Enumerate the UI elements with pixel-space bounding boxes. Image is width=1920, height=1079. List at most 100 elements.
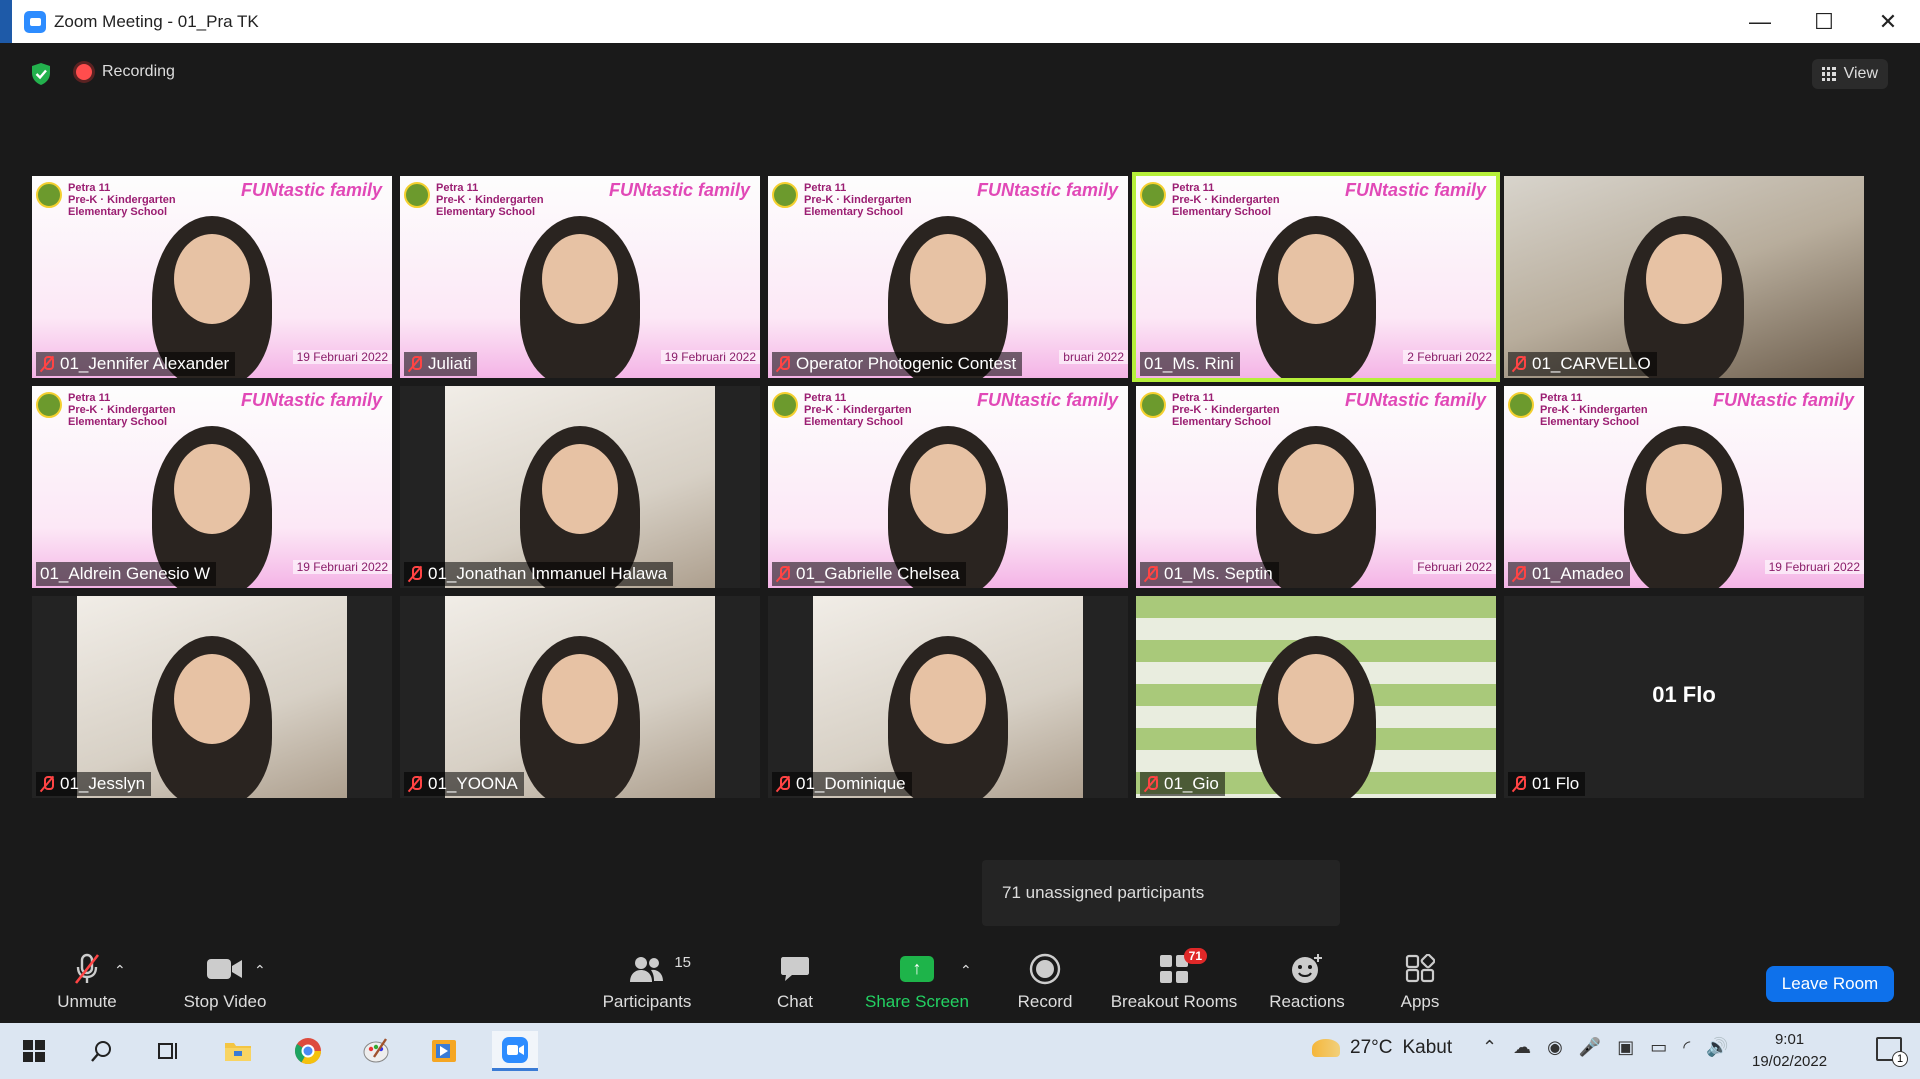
webcam-icon[interactable]: ◉ <box>1547 1037 1563 1058</box>
video-tile[interactable]: 01_Gio <box>1136 596 1496 798</box>
person-face <box>542 654 618 744</box>
video-tile[interactable]: 01_YOONA <box>400 596 760 798</box>
apps-button[interactable]: Apps <box>1380 940 1460 1023</box>
muted-mic-icon <box>1512 356 1526 372</box>
video-tile[interactable]: 01_Dominique <box>768 596 1128 798</box>
close-button[interactable]: ✕ <box>1856 0 1920 43</box>
paint-icon[interactable] <box>356 1031 396 1071</box>
chrome-icon[interactable] <box>288 1031 328 1071</box>
system-clock[interactable]: 9:01 19/02/2022 <box>1752 1029 1827 1073</box>
meeting-toolbar: Unmute ⌃ Stop Video ⌃ 15 Participants Ch… <box>12 940 1908 1023</box>
participant-video <box>445 386 715 588</box>
event-date: 19 Februari 2022 <box>1764 560 1864 574</box>
share-screen-arrow-icon: ↑ <box>900 955 934 982</box>
muted-mic-icon <box>776 356 790 372</box>
audio-options-caret[interactable]: ⌃ <box>114 962 126 979</box>
recording-label: Recording <box>102 63 175 80</box>
video-tile[interactable]: Petra 11 Pre-K · Kindergarten Elementary S… <box>1136 386 1496 588</box>
muted-mic-icon <box>1144 566 1158 582</box>
event-date: 19 Februari 2022 <box>660 350 760 364</box>
unmute-button[interactable]: Unmute <box>32 940 142 1023</box>
video-tile[interactable]: Petra 11 Pre-K · Kindergarten Elementary S… <box>1504 386 1864 588</box>
weather-widget[interactable]: 27°C Kabut <box>1312 1037 1452 1059</box>
participant-name-label: 01_Aldrein Genesio W <box>36 562 217 586</box>
clock-date: 19/02/2022 <box>1752 1053 1828 1070</box>
breakout-rooms-button[interactable]: 71 Breakout Rooms <box>1104 940 1244 1023</box>
wifi-icon[interactable]: ◜ <box>1683 1037 1690 1058</box>
onedrive-icon[interactable]: ☁ <box>1513 1037 1531 1058</box>
video-camera-icon <box>207 958 242 979</box>
notification-center-icon[interactable]: 1 <box>1876 1037 1908 1067</box>
video-tile[interactable]: 01_Jonathan Immanuel Halawa <box>400 386 760 588</box>
participant-name: 01_Ms. Rini <box>1144 354 1234 373</box>
search-icon[interactable] <box>82 1031 122 1071</box>
leave-room-button[interactable]: Leave Room <box>1766 966 1894 1002</box>
meeting-topbar: Recording View <box>12 43 1908 99</box>
person-face <box>1646 444 1722 534</box>
recording-indicator[interactable]: Recording <box>76 63 175 81</box>
task-view-icon[interactable] <box>148 1031 188 1071</box>
share-screen-button[interactable]: ↑ Share Screen <box>854 940 980 1023</box>
security-shield-icon[interactable] <box>30 62 52 86</box>
family-logo: FUNtastic family <box>1344 180 1486 200</box>
chat-bubble-icon <box>781 956 809 981</box>
school-name: Petra 11 Pre-K · Kindergarten Elementary S… <box>1172 392 1280 428</box>
microphone-tray-icon[interactable]: 🎤 <box>1579 1037 1601 1058</box>
participant-name-label: 01_Dominique <box>772 772 912 796</box>
minimize-button[interactable]: — <box>1728 0 1792 43</box>
video-tile[interactable]: Petra 11 Pre-K · Kindergarten Elementary S… <box>768 176 1128 378</box>
video-tile[interactable]: Petra 11 Pre-K · Kindergarten Elementary S… <box>400 176 760 378</box>
weather-condition: Kabut <box>1402 1037 1453 1058</box>
battery-icon[interactable]: ▭ <box>1650 1037 1667 1058</box>
event-date: 19 Februari 2022 <box>292 560 392 574</box>
record-button[interactable]: Record <box>1000 940 1090 1023</box>
share-options-caret[interactable]: ⌃ <box>960 962 972 979</box>
temperature: 27°C <box>1350 1037 1393 1058</box>
person-face <box>1278 234 1354 324</box>
school-name: Petra 11 Pre-K · Kindergarten Elementary S… <box>68 182 176 218</box>
video-tile[interactable]: 01_CARVELLO <box>1504 176 1864 378</box>
participant-name-placeholder: 01 Flo <box>1652 682 1716 707</box>
display-icon[interactable]: ▣ <box>1617 1037 1634 1058</box>
recording-dot-icon <box>76 64 92 80</box>
view-label: View <box>1843 65 1878 82</box>
participants-button[interactable]: 15 Participants <box>582 940 712 1023</box>
participant-video: Petra 11 Pre-K · Kindergarten Elementary S… <box>768 386 1128 588</box>
volume-icon[interactable]: 🔊 <box>1706 1037 1728 1058</box>
video-options-caret[interactable]: ⌃ <box>254 962 266 979</box>
participant-video <box>445 596 715 798</box>
video-tile[interactable]: Petra 11 Pre-K · Kindergarten Elementary S… <box>32 176 392 378</box>
participants-count: 15 <box>674 953 691 971</box>
video-tile[interactable]: Petra 11 Pre-K · Kindergarten Elementary S… <box>1132 172 1500 382</box>
participants-icon <box>630 956 663 982</box>
video-tile[interactable]: Petra 11 Pre-K · Kindergarten Elementary S… <box>768 386 1128 588</box>
view-button[interactable]: View <box>1811 59 1888 89</box>
participant-name: 01_Jonathan Immanuel Halawa <box>428 564 668 583</box>
unmute-label: Unmute <box>57 991 117 1011</box>
chat-button[interactable]: Chat <box>750 940 840 1023</box>
school-logo-icon <box>772 392 798 418</box>
muted-mic-icon <box>776 776 790 792</box>
video-tile[interactable]: 01_Jesslyn <box>32 596 392 798</box>
participant-name: 01_Jennifer Alexander <box>60 354 230 373</box>
stop-video-button[interactable]: Stop Video <box>160 940 290 1023</box>
participant-name: 01_Dominique <box>796 774 906 793</box>
media-player-icon[interactable] <box>424 1031 464 1071</box>
tray-chevron-icon[interactable]: ⌃ <box>1482 1037 1497 1058</box>
person-face <box>174 234 250 324</box>
participant-video <box>77 596 347 798</box>
participant-video: Petra 11 Pre-K · Kindergarten Elementary S… <box>1504 386 1864 588</box>
maximize-button[interactable]: ☐ <box>1792 0 1856 43</box>
zoom-taskbar-icon[interactable] <box>492 1031 538 1071</box>
participant-video: Petra 11 Pre-K · Kindergarten Elementary S… <box>32 386 392 588</box>
participant-name: Juliati <box>428 354 472 373</box>
file-explorer-icon[interactable] <box>218 1031 258 1071</box>
windows-start-icon[interactable] <box>14 1031 54 1071</box>
reactions-button[interactable]: Reactions <box>1252 940 1362 1023</box>
video-tile[interactable]: Petra 11 Pre-K · Kindergarten Elementary S… <box>32 386 392 588</box>
participant-name-label: 01_Jonathan Immanuel Halawa <box>404 562 674 586</box>
zoom-logo-icon <box>24 10 46 33</box>
participant-name: 01_CARVELLO <box>1532 354 1651 373</box>
video-tile[interactable]: 01 Flo 01 Flo <box>1504 596 1864 798</box>
participant-video: Petra 11 Pre-K · Kindergarten Elementary S… <box>768 176 1128 378</box>
